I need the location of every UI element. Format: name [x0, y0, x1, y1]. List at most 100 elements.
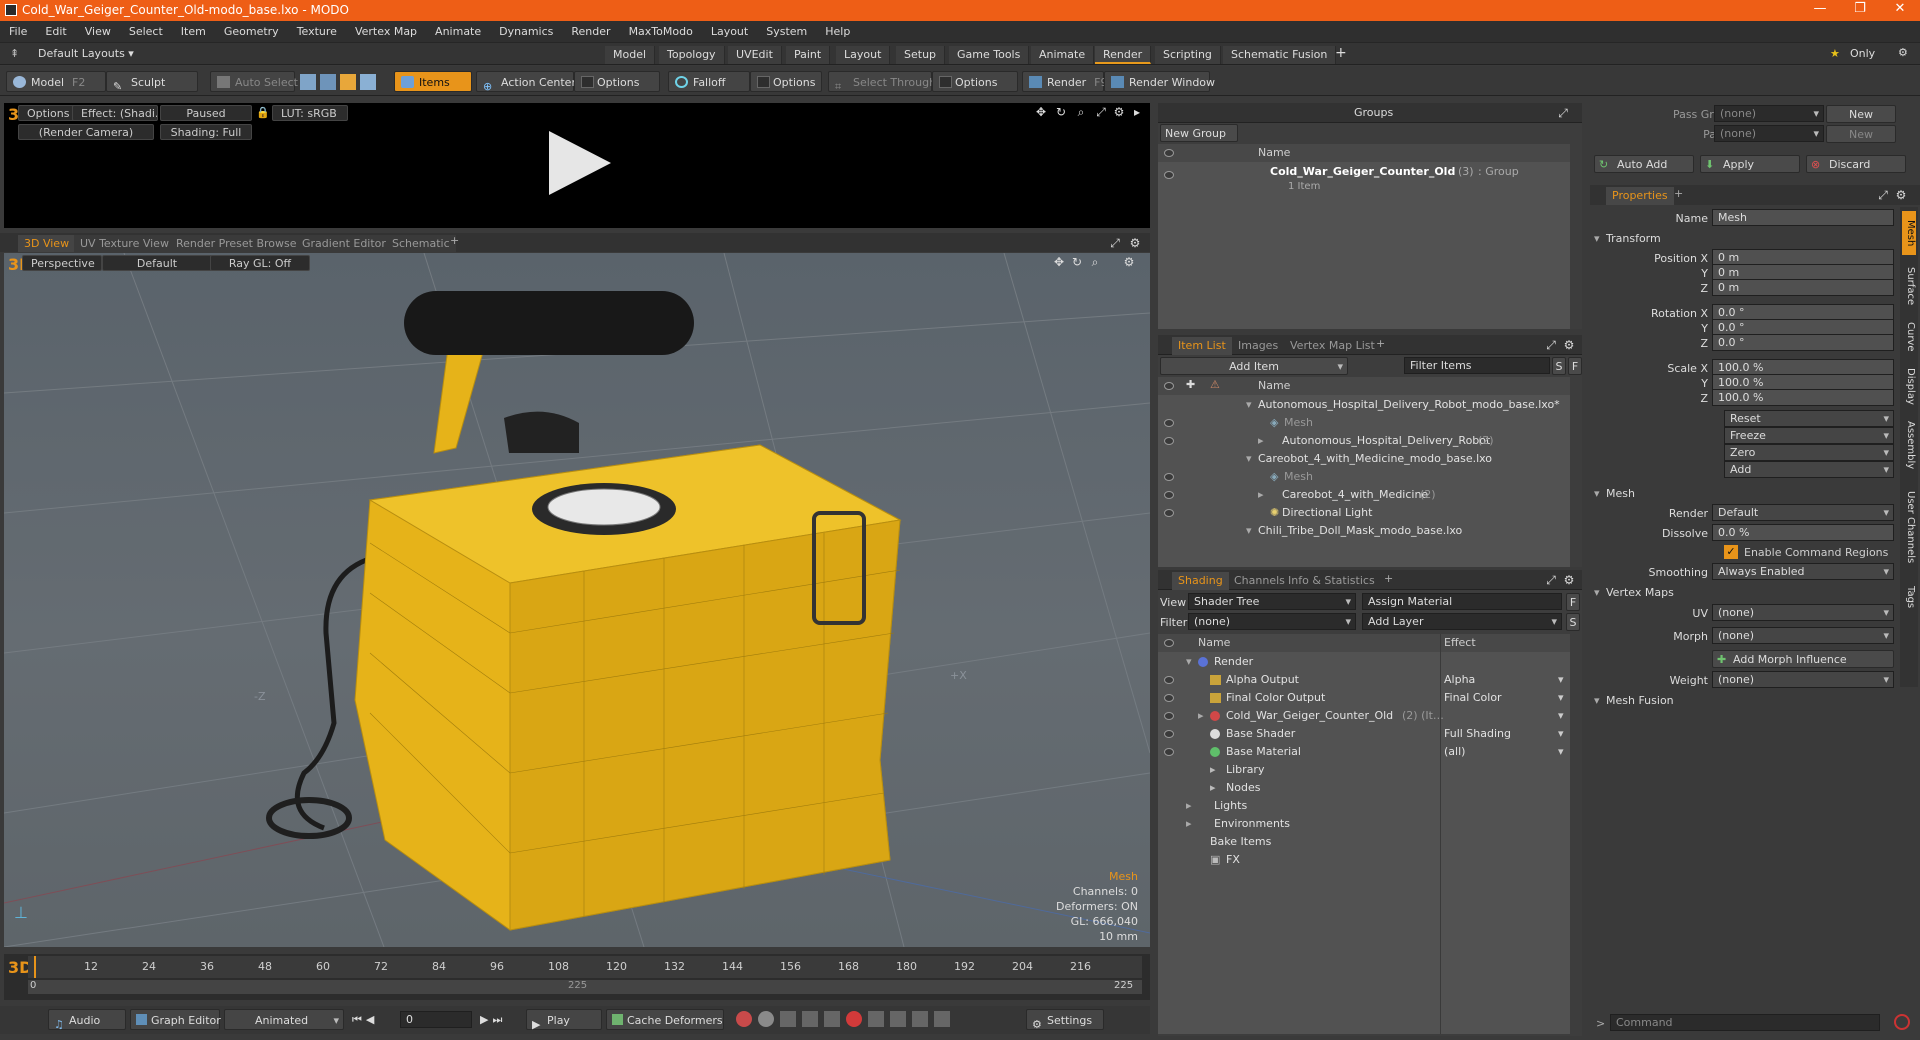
- render-column-icon[interactable]: ⚠: [1210, 378, 1220, 391]
- eye-icon[interactable]: [1164, 694, 1174, 702]
- playhead[interactable]: [34, 956, 36, 978]
- rotate-icon[interactable]: ↻: [1070, 255, 1084, 269]
- command-history-icon[interactable]: [1894, 1014, 1910, 1030]
- eye-icon[interactable]: [1164, 437, 1174, 445]
- shading-dropdown[interactable]: Shading: Full: [160, 124, 252, 140]
- filter-items-input[interactable]: Filter Items: [1404, 357, 1550, 374]
- dissolve-field[interactable]: 0.0 %: [1712, 524, 1894, 541]
- shader-tree[interactable]: Name Effect ▾ Render Alpha Output Alpha ▾ F…: [1158, 634, 1570, 1034]
- tab-gradient-editor[interactable]: Gradient Editor: [296, 235, 392, 252]
- shader-row[interactable]: ▸ Environments: [1158, 815, 1570, 833]
- new-pass-group-button[interactable]: New: [1826, 105, 1896, 123]
- timeline-ruler[interactable]: 12 24 36 48 60 72 84 96 108 120 132 144 …: [28, 956, 1142, 978]
- enable-command-regions-checkbox[interactable]: ✓: [1724, 545, 1738, 559]
- side-tab-curve[interactable]: Curve: [1902, 317, 1916, 357]
- add-view-tab-button[interactable]: +: [450, 234, 459, 247]
- tab-schematic[interactable]: Schematic: [386, 235, 456, 252]
- menu-dynamics[interactable]: Dynamics: [490, 21, 562, 43]
- pass-groups-dropdown[interactable]: (none): [1714, 105, 1824, 122]
- timeline[interactable]: 3D 12 24 36 48 60 72 84 96 108 120 132 1…: [4, 954, 1150, 1000]
- model-mode-button[interactable]: Model F2: [6, 71, 106, 92]
- close-button[interactable]: ✕: [1880, 1, 1920, 20]
- minimize-button[interactable]: —: [1800, 1, 1840, 20]
- play-render-icon[interactable]: [549, 131, 611, 195]
- zoom-icon[interactable]: ⌕: [1074, 105, 1088, 119]
- key-options-icon[interactable]: [934, 1011, 950, 1027]
- menu-render[interactable]: Render: [562, 21, 619, 43]
- shader-row[interactable]: ▣ FX: [1158, 851, 1570, 869]
- auto-select-button[interactable]: Auto Select: [210, 71, 298, 92]
- shader-row[interactable]: ▸ Library: [1158, 761, 1570, 779]
- key-delete-icon[interactable]: [824, 1011, 840, 1027]
- maximize-panel-icon[interactable]: ⤢: [1876, 188, 1890, 202]
- vertex-mode-icon[interactable]: [300, 74, 316, 90]
- tab-animate[interactable]: Animate: [1031, 46, 1095, 64]
- shader-row[interactable]: ▸ Cold_War_Geiger_Counter_Old (2) (It… ▾: [1158, 707, 1570, 725]
- only-toggle[interactable]: Only: [1850, 47, 1875, 60]
- menu-item[interactable]: Item: [172, 21, 215, 43]
- tab-images[interactable]: Images: [1232, 337, 1284, 355]
- tab-item-list[interactable]: Item List: [1172, 337, 1232, 355]
- shader-row[interactable]: ▾ Render: [1158, 653, 1570, 671]
- name-field[interactable]: Mesh: [1712, 209, 1894, 226]
- raygl-dropdown[interactable]: Ray GL: Off: [210, 255, 310, 271]
- side-tab-user-channels[interactable]: User Channels: [1902, 479, 1916, 575]
- add-layer-dropdown[interactable]: Add Layer: [1362, 613, 1562, 630]
- cache-deformers-button[interactable]: Cache Deformers: [606, 1009, 724, 1030]
- filter-dropdown[interactable]: (none): [1188, 613, 1356, 630]
- render-button[interactable]: Render F9: [1022, 71, 1108, 92]
- view-dropdown[interactable]: Shader Tree: [1188, 593, 1356, 610]
- eye-icon[interactable]: [1164, 730, 1174, 738]
- effect-dropdown[interactable]: Effect: (Shadi…: [72, 105, 158, 121]
- eye-icon[interactable]: [1164, 419, 1174, 427]
- falloff-options[interactable]: Options: [750, 71, 822, 92]
- shader-row[interactable]: Alpha Output Alpha ▾: [1158, 671, 1570, 689]
- polygon-mode-icon[interactable]: [340, 74, 356, 90]
- graph-editor-button[interactable]: Graph Editor: [130, 1009, 221, 1030]
- command-input[interactable]: Command: [1610, 1014, 1880, 1031]
- add-dropdown[interactable]: Add: [1724, 461, 1894, 478]
- menu-texture[interactable]: Texture: [288, 21, 346, 43]
- tab-paint[interactable]: Paint: [786, 46, 831, 64]
- menu-maxtomodo[interactable]: MaxToModo: [620, 21, 702, 43]
- eye-icon[interactable]: [1164, 473, 1174, 481]
- geiger-counter-model[interactable]: [266, 291, 902, 931]
- settings-icon[interactable]: ⚙: [1112, 105, 1126, 119]
- auto-add-button[interactable]: ↻ Auto Add: [1594, 155, 1694, 173]
- items-mode-button[interactable]: Items: [394, 71, 472, 92]
- play-button[interactable]: ▶ Play: [526, 1009, 602, 1031]
- discard-button[interactable]: ⊗ Discard: [1806, 155, 1906, 173]
- menu-geometry[interactable]: Geometry: [215, 21, 288, 43]
- paused-button[interactable]: Paused: [160, 105, 252, 121]
- add-tab-button[interactable]: +: [1335, 45, 1347, 61]
- record-icon[interactable]: [846, 1011, 862, 1027]
- list-item[interactable]: ◈ Mesh: [1158, 414, 1570, 432]
- menu-animate[interactable]: Animate: [426, 21, 490, 43]
- action-center-options[interactable]: Options: [574, 71, 660, 92]
- list-item[interactable]: ▸ Autonomous_Hospital_Delivery_Robot (2): [1158, 432, 1570, 450]
- render-dropdown[interactable]: Default: [1712, 504, 1894, 521]
- settings-icon[interactable]: ⚙: [1122, 255, 1136, 269]
- settings-icon[interactable]: ⚙: [1562, 573, 1576, 587]
- menu-edit[interactable]: Edit: [36, 21, 75, 43]
- settings-icon[interactable]: ⚙: [1894, 188, 1908, 202]
- lut-dropdown[interactable]: LUT: sRGB: [272, 105, 348, 121]
- side-tab-tags[interactable]: Tags: [1902, 579, 1916, 615]
- tab-vertex-map-list[interactable]: Vertex Map List: [1284, 337, 1381, 355]
- eye-icon[interactable]: [1164, 676, 1174, 684]
- tab-game-tools[interactable]: Game Tools: [949, 46, 1030, 64]
- range-bar[interactable]: 0 225 225: [28, 980, 1142, 994]
- f-button[interactable]: F: [1568, 357, 1582, 375]
- key-filter-icon[interactable]: [868, 1011, 884, 1027]
- eye-icon[interactable]: [1164, 149, 1174, 157]
- shader-row[interactable]: Base Shader Full Shading ▾: [1158, 725, 1570, 743]
- assign-material-button[interactable]: Assign Material: [1362, 593, 1562, 610]
- menu-file[interactable]: File: [0, 21, 36, 43]
- key-prev-icon[interactable]: [780, 1011, 796, 1027]
- tab-properties[interactable]: Properties: [1606, 187, 1674, 205]
- animated-dropdown[interactable]: Animated: [224, 1009, 344, 1031]
- tab-render[interactable]: Render: [1095, 46, 1152, 64]
- edge-mode-icon[interactable]: [320, 74, 336, 90]
- default-style-dropdown[interactable]: Default: [102, 255, 212, 271]
- add-tab-button[interactable]: +: [1376, 337, 1385, 350]
